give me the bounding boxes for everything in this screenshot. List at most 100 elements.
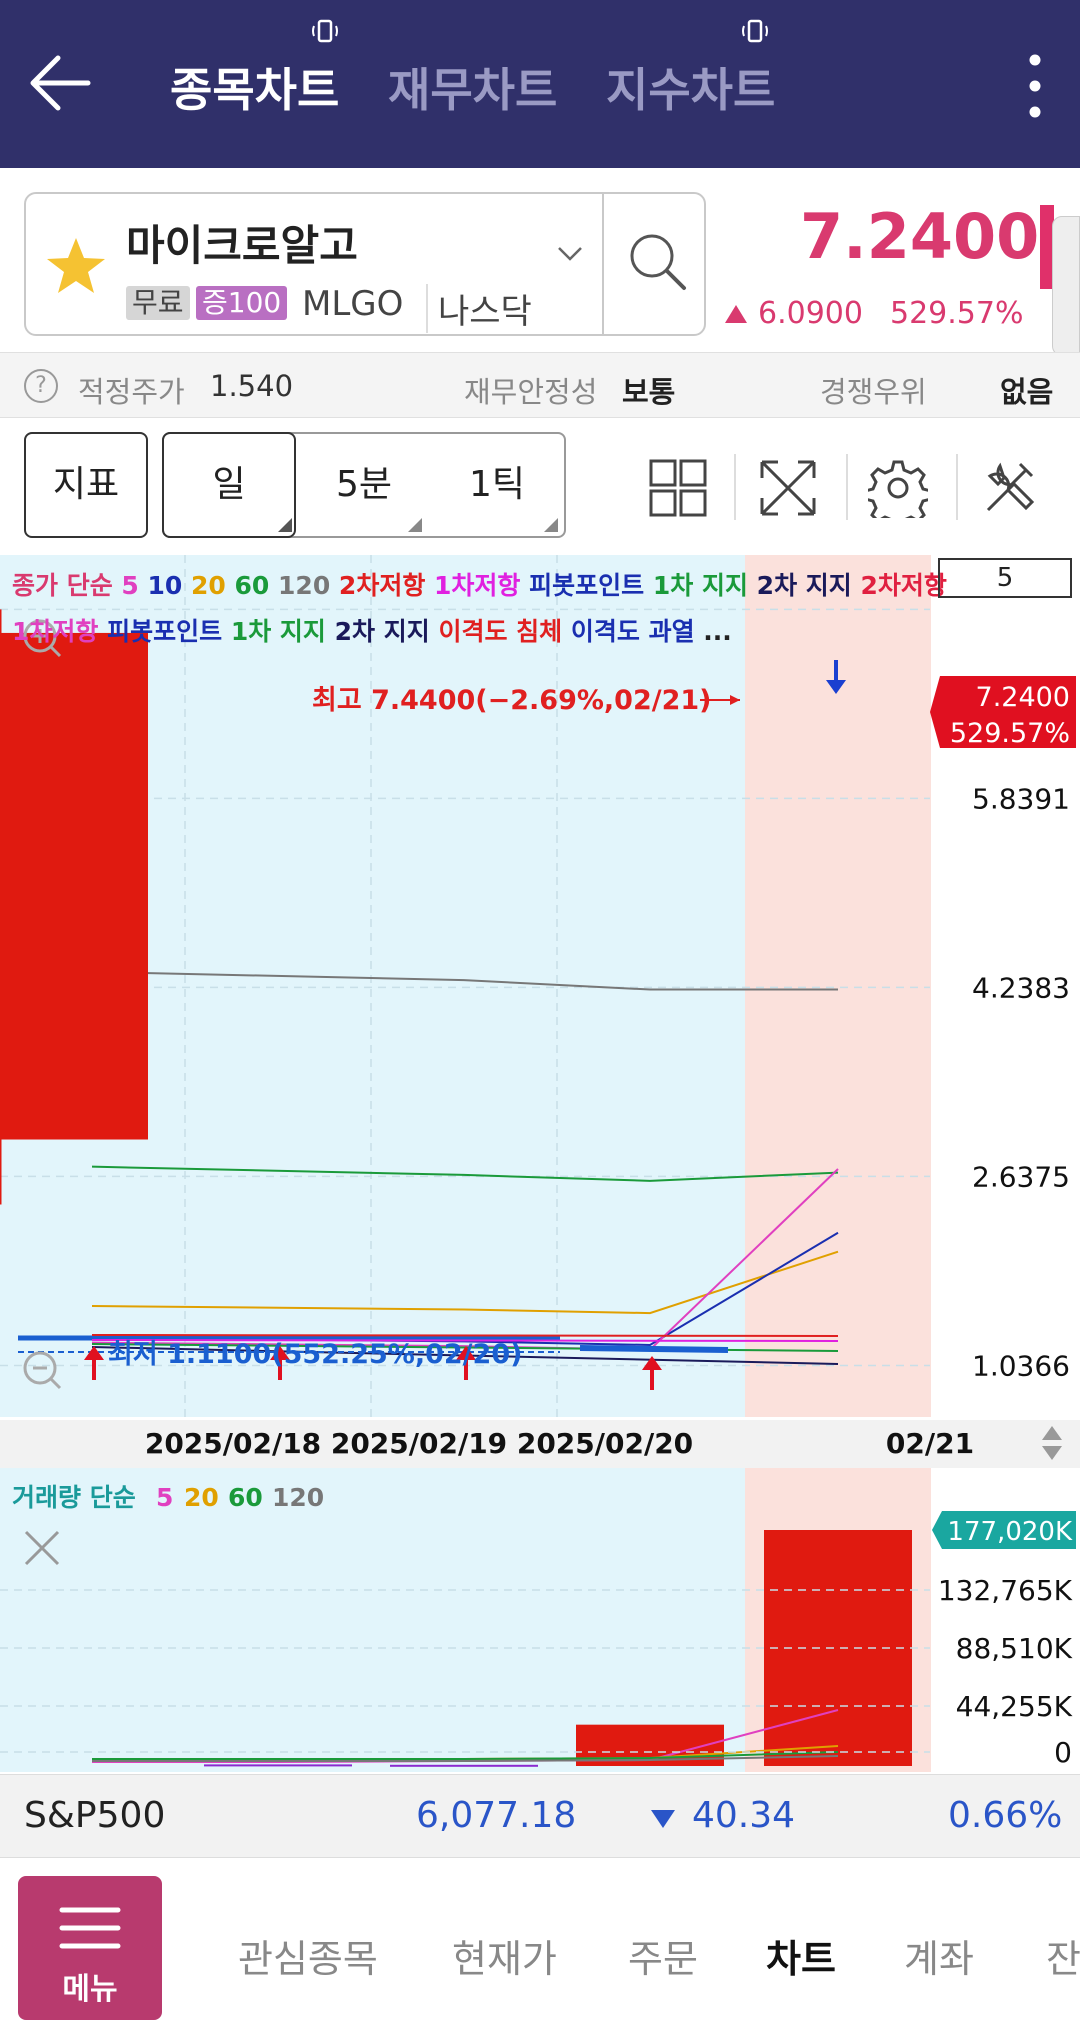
index-change-pct: 0.66% — [948, 1795, 1063, 1836]
legend-item: 120 — [278, 571, 339, 600]
phone-sync-icon — [742, 19, 768, 43]
corner-triangle-icon — [278, 518, 292, 532]
stability-value: 보통 — [622, 375, 676, 409]
stock-selector[interactable]: 마이크로알고 무료 증100 MLGO 나스닥 — [24, 192, 706, 336]
bottom-navigation: 메뉴 관심종목 현재가 주문 차트 계좌 잔 — [0, 1858, 1080, 2037]
legend-item: 1차저항 — [12, 617, 108, 646]
index-value: 6,077.18 — [416, 1795, 577, 1836]
period-day-button[interactable]: 일 — [162, 432, 296, 538]
toolbar-divider — [846, 454, 848, 520]
layout-grid-icon[interactable] — [648, 458, 708, 518]
y-tick-label: 1.0366 — [972, 1349, 1070, 1382]
hamburger-icon — [59, 1907, 121, 1949]
price-chart[interactable]: 최고 7.4400(−2.69%,02/21) 최저 1.1100(552.25… — [0, 555, 1080, 1775]
volume-legend-item: 60 — [228, 1483, 263, 1512]
legend-item: 60 — [234, 571, 279, 600]
legend-item: 20 — [191, 571, 235, 600]
volume-tick-label: 88,510K — [956, 1632, 1073, 1665]
side-panel-handle[interactable] — [1052, 216, 1080, 356]
free-badge: 무료 — [126, 286, 190, 320]
nav-watchlist[interactable]: 관심종목 — [238, 1928, 378, 1983]
competition-label: 경쟁우위 — [820, 375, 927, 409]
chart-toolbar: 지표 일 5분 1틱 — [0, 418, 1080, 544]
svg-text:529.57%: 529.57% — [950, 718, 1070, 749]
volume-bar — [204, 1764, 352, 1767]
nav-more-cutoff[interactable]: 잔 — [1046, 1928, 1080, 1983]
nav-current-price[interactable]: 현재가 — [452, 1928, 557, 1983]
x-tick-label: 2025/02/18 — [145, 1427, 321, 1460]
volume-bar — [390, 1764, 538, 1767]
x-tick-label: 2025/02/20 — [517, 1427, 693, 1460]
candles — [0, 609, 148, 1205]
index-ticker-bar[interactable]: S&P500 6,077.18 40.34 0.66% — [0, 1774, 1080, 1858]
settings-icon[interactable] — [868, 458, 928, 518]
x-tick-label: 2025/02/19 — [331, 1427, 507, 1460]
fullscreen-icon[interactable] — [758, 458, 818, 518]
legend-item: 2차 지지 — [756, 571, 861, 600]
low-annotation: 최저 1.1100(552.25%,02/20) — [108, 1339, 522, 1370]
volume-legend-item: 120 — [272, 1483, 324, 1512]
indicator-button[interactable]: 지표 — [24, 432, 148, 538]
menu-button[interactable]: 메뉴 — [18, 1876, 162, 2020]
ticker-symbol: MLGO — [302, 284, 404, 324]
nav-account[interactable]: 계좌 — [904, 1928, 974, 1983]
stock-name: 마이크로알고 — [126, 221, 358, 270]
volume-legend-item: 5 — [156, 1483, 173, 1512]
legend-item: 1차저항 — [434, 571, 530, 600]
legend-item: ... — [703, 617, 732, 646]
x-tick-label: 02/21 — [886, 1427, 974, 1460]
volume-legend-item: 거래량 단순 — [12, 1483, 136, 1512]
tab-index-chart[interactable]: 지수차트 — [606, 54, 775, 120]
nav-chart[interactable]: 차트 — [766, 1928, 836, 1983]
current-price: 7.2400 — [800, 200, 1040, 273]
tab-stock-chart[interactable]: 종목차트 — [170, 54, 339, 120]
legend-item: 이격도 침체 — [438, 617, 571, 646]
indicator-legend-line1[interactable]: 종가 단순 5 10 20 60 120 2차저항 1차저항 피봇포인트 1차 … — [12, 566, 947, 602]
svg-text:7.2400: 7.2400 — [976, 682, 1070, 713]
legend-item: 1차 지지 — [230, 617, 335, 646]
price-change-pct: 529.57% — [890, 296, 1024, 331]
legend-item: 이격도 과열 — [570, 617, 704, 646]
back-arrow-icon[interactable] — [28, 50, 94, 116]
valuation-info-row: ? 적정주가 1.540 재무안정성 보통 경쟁우위 없음 — [0, 352, 1080, 418]
competition-value: 없음 — [1000, 375, 1054, 409]
up-triangle-icon — [725, 305, 747, 323]
chevron-down-icon[interactable] — [556, 244, 584, 264]
toolbar-divider — [734, 454, 736, 520]
stability-label: 재무안정성 — [464, 375, 598, 409]
tab-financial-chart[interactable]: 재무차트 — [388, 54, 557, 120]
margin-badge: 증100 — [196, 286, 288, 320]
exchange-name: 나스닥 — [426, 284, 532, 333]
high-annotation: 최고 7.4400(−2.69%,02/21) — [312, 685, 712, 716]
volume-tick-label: 44,255K — [956, 1690, 1073, 1723]
candle-body — [0, 632, 148, 1140]
fair-price-value: 1.540 — [210, 369, 294, 403]
legend-item: 종가 단순 — [12, 571, 122, 600]
index-name: S&P500 — [24, 1795, 166, 1836]
y-tick-label: 2.6375 — [972, 1160, 1070, 1193]
y-tick-label: 5.8391 — [972, 782, 1070, 815]
search-button[interactable] — [602, 194, 706, 334]
legend-item: 2차저항 — [860, 571, 947, 600]
tools-icon[interactable] — [980, 458, 1040, 518]
volume-tick-label: 0 — [1054, 1736, 1072, 1769]
y-tick-label: 4.2383 — [972, 971, 1070, 1004]
volume-last-tag: 177,020K — [932, 1511, 1076, 1549]
current-price-tag: 7.2400 529.57% — [930, 676, 1076, 749]
top-bar: 종목차트 재무차트 지수차트 — [0, 0, 1080, 168]
ma-period-input[interactable]: 5 — [938, 558, 1072, 598]
legend-item: 피봇포인트 — [529, 571, 653, 600]
fair-price-label: 적정주가 — [78, 375, 185, 409]
help-icon[interactable]: ? — [24, 369, 58, 403]
toolbar-divider — [956, 454, 958, 520]
nav-order[interactable]: 주문 — [628, 1928, 698, 1983]
legend-item: 2차저항 — [338, 571, 435, 600]
period-selector: 일 5분 1틱 — [162, 432, 566, 538]
more-vertical-icon[interactable] — [1022, 52, 1048, 120]
menu-label: 메뉴 — [62, 1972, 118, 2007]
indicator-legend-line2[interactable]: 1차저항 피봇포인트 1차 지지 2차 지지 이격도 침체 이격도 과열 ... — [12, 612, 732, 648]
legend-item: 5 — [121, 571, 148, 600]
phone-sync-icon — [312, 19, 338, 43]
search-icon — [630, 234, 686, 290]
favorite-star-icon[interactable] — [44, 234, 108, 298]
